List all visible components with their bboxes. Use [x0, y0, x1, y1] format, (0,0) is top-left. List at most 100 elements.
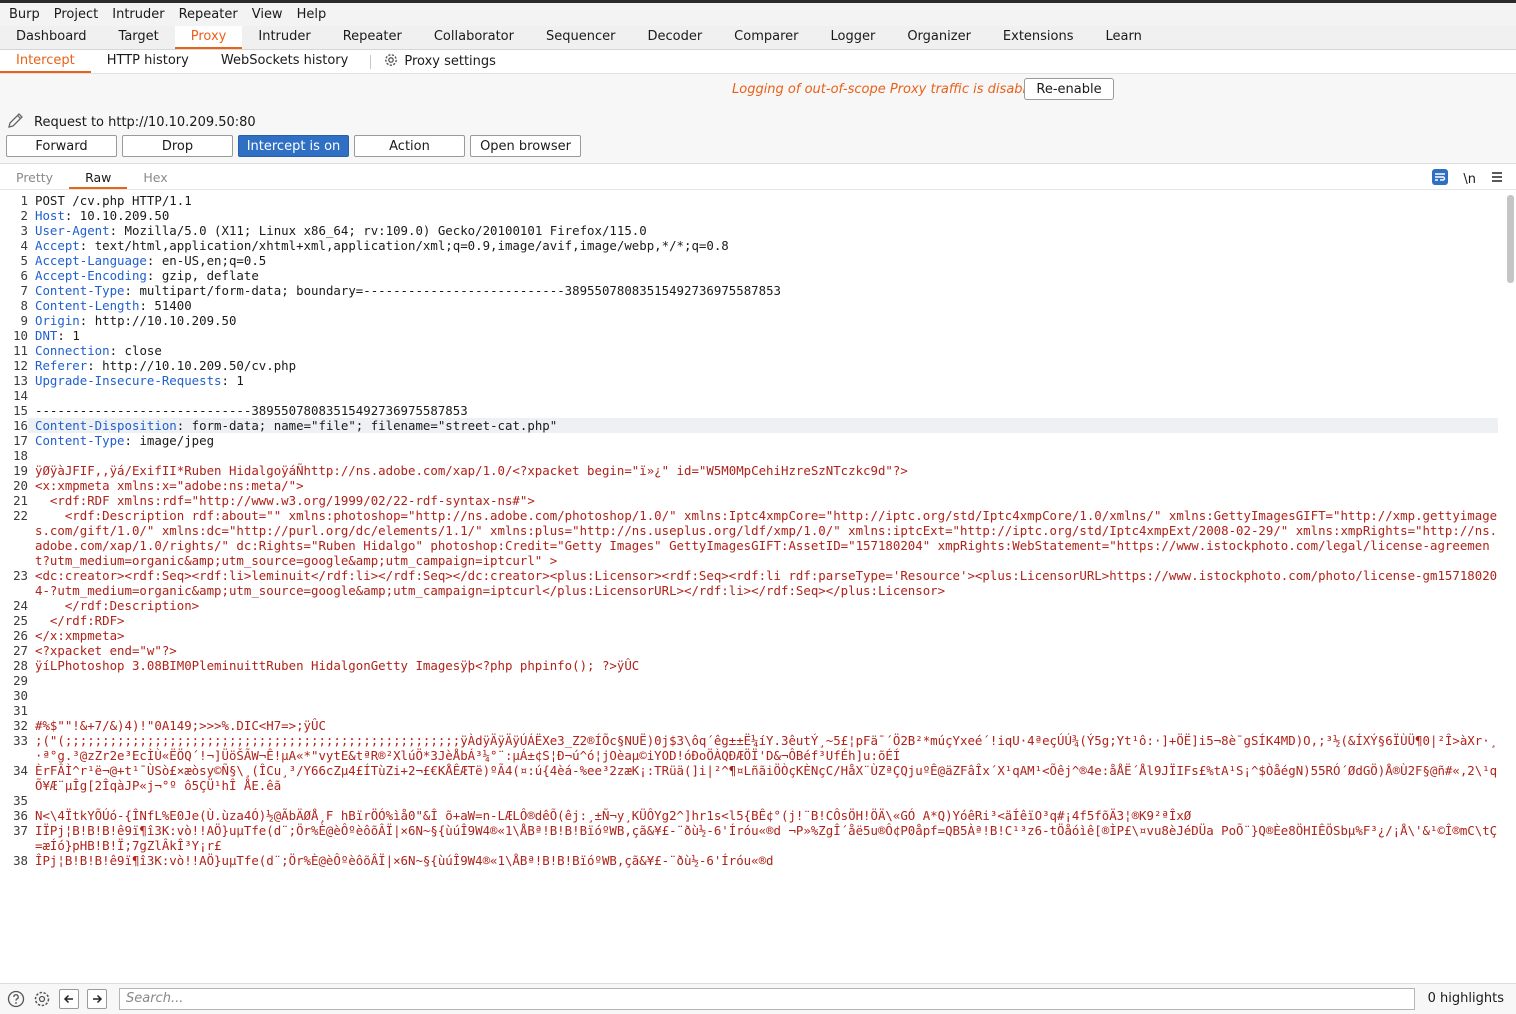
tab-target[interactable]: Target	[103, 26, 175, 49]
tab-logger[interactable]: Logger	[815, 26, 892, 49]
search-input[interactable]: Search...	[119, 988, 1415, 1010]
menu-burp[interactable]: Burp	[2, 7, 47, 22]
menu-view[interactable]: View	[245, 7, 290, 22]
tab-repeater[interactable]: Repeater	[327, 26, 418, 49]
tab-comparer[interactable]: Comparer	[718, 26, 814, 49]
editor-line[interactable]: 14	[0, 388, 1516, 403]
editor-line[interactable]: 8 Content-Length: 51400	[0, 298, 1516, 313]
intercept-toggle-button[interactable]: Intercept is on	[238, 135, 349, 157]
editor-scrollbar[interactable]	[1507, 195, 1514, 283]
editor-line[interactable]: 16 Content-Disposition: form-data; name="…	[0, 418, 1516, 433]
subtab-intercept[interactable]: Intercept	[0, 50, 91, 73]
editor-line[interactable]: 23 <dc:creator><rdf:Seq><rdf:li>leminuit<…	[0, 568, 1516, 598]
editor-line[interactable]: 36 N<\4ÏtkYÕÚó-{ÎNfL%E0Je(Ù.ùza4Ó)½@ÃbÄØÅ…	[0, 808, 1516, 823]
newline-toggle[interactable]: \n	[1463, 172, 1476, 187]
subtab-http-history[interactable]: HTTP history	[91, 50, 205, 73]
editor-line[interactable]: 11 Connection: close	[0, 343, 1516, 358]
editor-line[interactable]: 17 Content-Type: image/jpeg	[0, 433, 1516, 448]
line-number: 7	[20, 283, 28, 298]
tab-proxy[interactable]: Proxy	[174, 26, 243, 49]
raw-request-editor[interactable]: 1 POST /cv.php HTTP/1.1 2 Host: 10.10.209.5…	[0, 193, 1516, 977]
editor-line[interactable]: 31	[0, 703, 1516, 718]
line-content: Content-Length: 51400	[28, 298, 1498, 313]
editor-line[interactable]: 13 Upgrade-Insecure-Requests: 1	[0, 373, 1516, 388]
editor-line[interactable]: 19 ÿØÿàJFIF,,ÿá/ExifII*Ruben HidalgoÿáÑht…	[0, 463, 1516, 478]
tab-collaborator[interactable]: Collaborator	[418, 26, 530, 49]
editor-line[interactable]: 15 -----------------------------389550780…	[0, 403, 1516, 418]
body-text: ;("(;;;;;;;;;;;;;;;;;;;;;;;;;;;;;;;;;;;;…	[35, 733, 1498, 763]
menu-intruder[interactable]: Intruder	[105, 7, 171, 22]
line-number: 38	[13, 853, 28, 868]
editor-line[interactable]: 2 Host: 10.10.209.50	[0, 208, 1516, 223]
editor-line[interactable]: 27 <?xpacket end="w"?>	[0, 643, 1516, 658]
bottom-search-bar: Search... 0 highlights	[0, 983, 1516, 1014]
editor-line[interactable]: 3 User-Agent: Mozilla/5.0 (X11; Linux x86…	[0, 223, 1516, 238]
menu-project[interactable]: Project	[47, 7, 105, 22]
editor-line[interactable]: 22 <rdf:Description rdf:about="" xmlns:p…	[0, 508, 1516, 568]
tab-decoder[interactable]: Decoder	[631, 26, 718, 49]
line-content: </rdf:Description>	[28, 598, 1498, 613]
editor-line[interactable]: 18	[0, 448, 1516, 463]
editor-line[interactable]: 37 IÏPj¦B!B!B!ê9ï¶î3K:vò!!AÖ}uµTfe(d¨;Ör%…	[0, 823, 1516, 853]
editor-line[interactable]: 28 ÿíLPhotoshop 3.08BIM0PleminuittRuben H…	[0, 658, 1516, 673]
editor-line[interactable]: 12 Referer: http://10.10.209.50/cv.php	[0, 358, 1516, 373]
line-content: </x:xmpmeta>	[28, 628, 1498, 643]
body-text: ÿØÿàJFIF,,ÿá/ExifII*Ruben HidalgoÿáÑhttp…	[35, 463, 908, 478]
tab-sequencer[interactable]: Sequencer	[530, 26, 631, 49]
menu-help[interactable]: Help	[290, 7, 334, 22]
drop-button[interactable]: Drop	[122, 135, 233, 157]
help-icon[interactable]	[6, 989, 26, 1009]
previous-match-button[interactable]	[59, 989, 79, 1009]
hamburger-menu-icon[interactable]	[1490, 170, 1504, 188]
tab-raw[interactable]: Raw	[69, 167, 128, 189]
tab-intruder[interactable]: Intruder	[242, 26, 326, 49]
tab-dashboard[interactable]: Dashboard	[0, 26, 103, 49]
editor-line[interactable]: 5 Accept-Language: en-US,en;q=0.5	[0, 253, 1516, 268]
header-name: Origin	[35, 313, 80, 328]
settings-gear-icon[interactable]	[32, 989, 52, 1009]
forward-button[interactable]: Forward	[6, 135, 117, 157]
wrap-lines-icon[interactable]	[1431, 168, 1449, 190]
tab-extensions[interactable]: Extensions	[987, 26, 1090, 49]
editor-line[interactable]: 32 #%$""!&+7/&)4)!"0A149;>>>%.DIC<H7=>;ÿÛ…	[0, 718, 1516, 733]
editor-line[interactable]: 33 ;("(;;;;;;;;;;;;;;;;;;;;;;;;;;;;;;;;;;…	[0, 733, 1516, 763]
editor-line[interactable]: 21 <rdf:RDF xmlns:rdf="http://www.w3.org…	[0, 493, 1516, 508]
pencil-icon[interactable]	[6, 110, 26, 134]
line-number: 2	[20, 208, 28, 223]
line-content: IÏPj¦B!B!B!ê9ï¶î3K:vò!!AÖ}uµTfe(d¨;Ör%È@…	[28, 823, 1498, 853]
line-number: 14	[13, 388, 28, 403]
line-number: 3	[20, 223, 28, 238]
editor-line[interactable]: 29	[0, 673, 1516, 688]
subtab-websockets-history[interactable]: WebSockets history	[205, 50, 364, 73]
editor-line[interactable]: 24 </rdf:Description>	[0, 598, 1516, 613]
editor-line[interactable]: 20 <x:xmpmeta xmlns:x="adobe:ns:meta/">	[0, 478, 1516, 493]
request-target-label: Request to http://10.10.209.50:80	[34, 114, 256, 130]
editor-line[interactable]: 35	[0, 793, 1516, 808]
editor-line[interactable]: 6 Accept-Encoding: gzip, deflate	[0, 268, 1516, 283]
proxy-settings-label: Proxy settings	[404, 54, 496, 69]
next-match-button[interactable]	[87, 989, 107, 1009]
body-text: IÏPj¦B!B!B!ê9ï¶î3K:vò!!AÖ}uµTfe(d¨;Ör%È@…	[35, 823, 1498, 853]
open-browser-button[interactable]: Open browser	[470, 135, 581, 157]
editor-line[interactable]: 26 </x:xmpmeta>	[0, 628, 1516, 643]
editor-line[interactable]: 34 ÈrFÂÌ^r¹ë¬@+t¹¯ÙSò£×æòsy©Ñ§\¸(ÎCu¸³/Y6…	[0, 763, 1516, 793]
editor-line[interactable]: 38 ÎPj¦B!B!B!ê9ï¶î3K:vò!!AÖ}uµTfe(d¨;Ör%È…	[0, 853, 1516, 868]
editor-line[interactable]: 25 </rdf:RDF>	[0, 613, 1516, 628]
line-content: Origin: http://10.10.209.50	[28, 313, 1498, 328]
editor-line[interactable]: 4 Accept: text/html,application/xhtml+xml…	[0, 238, 1516, 253]
editor-line[interactable]: 7 Content-Type: multipart/form-data; boun…	[0, 283, 1516, 298]
tab-pretty[interactable]: Pretty	[0, 167, 69, 189]
tab-learn[interactable]: Learn	[1090, 26, 1158, 49]
action-button[interactable]: Action	[354, 135, 465, 157]
editor-line[interactable]: 10 DNT: 1	[0, 328, 1516, 343]
tab-organizer[interactable]: Organizer	[891, 26, 987, 49]
menu-repeater[interactable]: Repeater	[172, 7, 245, 22]
tab-hex[interactable]: Hex	[127, 167, 183, 189]
editor-line[interactable]: 1 POST /cv.php HTTP/1.1	[0, 193, 1516, 208]
header-value: 1	[72, 328, 80, 343]
re-enable-button[interactable]: Re-enable	[1024, 78, 1114, 100]
line-number: 30	[13, 688, 28, 703]
editor-line[interactable]: 9 Origin: http://10.10.209.50	[0, 313, 1516, 328]
editor-line[interactable]: 30	[0, 688, 1516, 703]
proxy-settings-button[interactable]: Proxy settings	[377, 52, 502, 72]
